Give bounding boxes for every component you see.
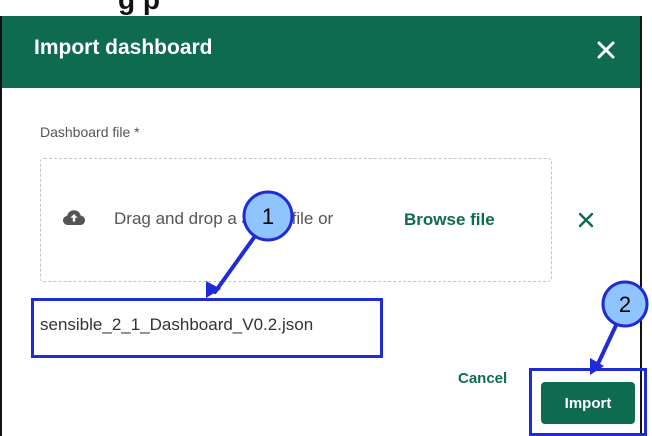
cloud-upload-icon xyxy=(62,206,86,230)
background-heading-fragment: g p xyxy=(0,0,652,16)
dialog-title: Import dashboard xyxy=(34,36,213,59)
selected-filename: sensible_2_1_Dashboard_V0.2.json xyxy=(40,315,314,334)
clear-file-button[interactable] xyxy=(574,208,598,232)
close-button[interactable] xyxy=(590,34,622,66)
import-button[interactable]: Import xyxy=(541,382,635,424)
dashboard-file-label: Dashboard file * xyxy=(40,124,140,140)
cancel-button[interactable]: Cancel xyxy=(458,370,507,387)
close-icon xyxy=(597,41,615,59)
browse-file-link[interactable]: Browse file xyxy=(404,210,495,230)
dropzone-instructions: Drag and drop a JSON file or xyxy=(114,209,334,228)
dialog-header: Import dashboard xyxy=(2,16,640,88)
background-heading-text: g p xyxy=(118,0,160,16)
clear-icon xyxy=(578,212,594,228)
